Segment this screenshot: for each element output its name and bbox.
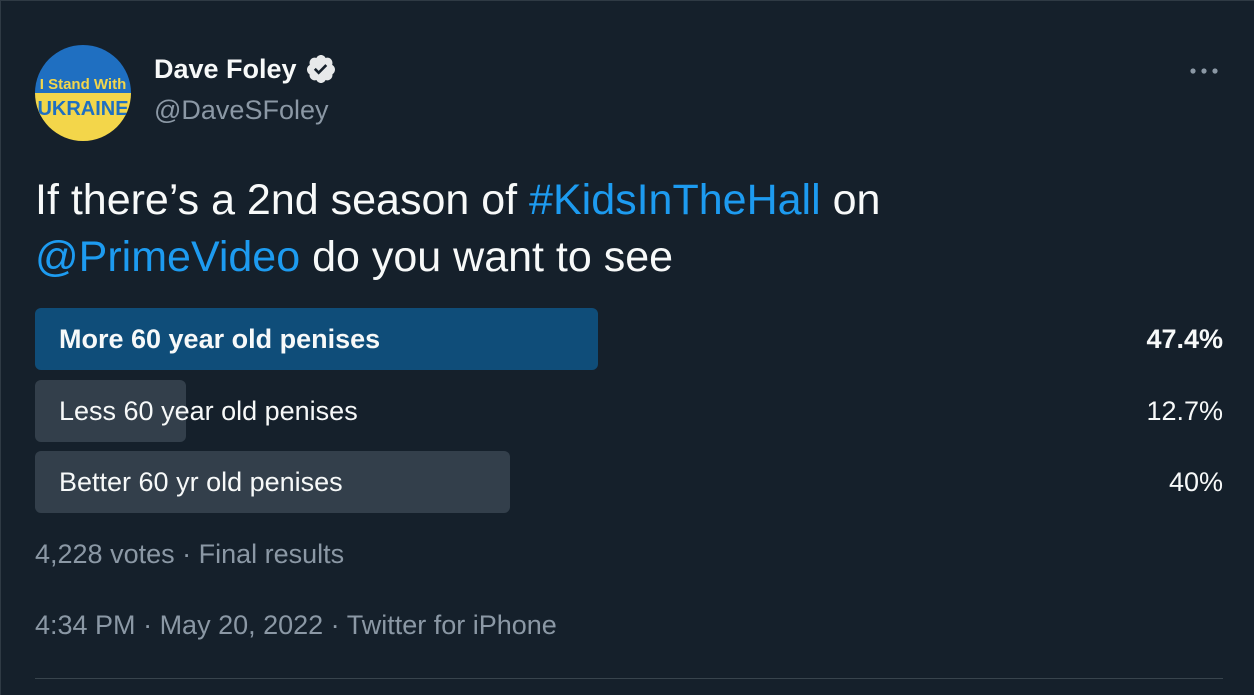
poll-status: Final results [198, 539, 345, 569]
author-name-row[interactable]: Dave Foley [154, 53, 337, 85]
separator: · [135, 610, 160, 640]
tweet-text: If there’s a 2nd season of #KidsInTheHal… [35, 172, 1215, 286]
avatar-text-top: I Stand With [40, 76, 127, 93]
separator: · [174, 539, 199, 569]
tweet-container: I Stand With UKRAINE Dave Foley @DaveSFo… [0, 0, 1254, 695]
poll-option-label: Less 60 year old penises [59, 396, 358, 426]
mention-link[interactable]: @PrimeVideo [35, 233, 300, 281]
poll-option-label: More 60 year old penises [59, 324, 381, 354]
avatar-text-bottom: UKRAINE [37, 98, 128, 120]
poll-option-percent: 47.4% [1146, 324, 1223, 354]
author-handle[interactable]: @DaveSFoley [154, 95, 328, 126]
poll-option-percent: 40% [1168, 467, 1223, 497]
tweet-date[interactable]: May 20, 2022 [160, 610, 324, 640]
divider [35, 678, 1223, 679]
more-options-button[interactable] [1187, 59, 1221, 83]
poll-option-label: Better 60 yr old penises [59, 467, 343, 497]
tweet-time[interactable]: 4:34 PM [35, 610, 136, 640]
avatar[interactable]: I Stand With UKRAINE [35, 45, 131, 141]
poll-option-percent: 12.7% [1146, 396, 1223, 426]
tweet-source[interactable]: Twitter for iPhone [347, 610, 557, 640]
tweet-text-part: on [820, 176, 881, 224]
tweet-text-part: If there’s a 2nd season of [35, 176, 530, 224]
poll-option[interactable]: More 60 year old penises 47.4% [35, 308, 1223, 370]
tweet-text-part: do you want to see [300, 233, 674, 281]
author-name[interactable]: Dave Foley [154, 54, 297, 85]
more-horizontal-icon [1190, 68, 1218, 74]
poll-option[interactable]: Better 60 yr old penises 40% [35, 451, 1223, 513]
poll-vote-count: 4,228 votes [35, 539, 175, 569]
poll-option[interactable]: Less 60 year old penises 12.7% [35, 380, 1223, 442]
ukraine-avatar-image: I Stand With UKRAINE [35, 45, 131, 141]
tweet-timestamp-row: 4:34 PM · May 20, 2022 · Twitter for iPh… [35, 610, 557, 641]
separator: · [323, 610, 347, 640]
poll-meta: 4,228 votes · Final results [35, 539, 344, 570]
hashtag-link[interactable]: #KidsInTheHall [529, 176, 821, 224]
verified-badge-icon [305, 53, 337, 85]
